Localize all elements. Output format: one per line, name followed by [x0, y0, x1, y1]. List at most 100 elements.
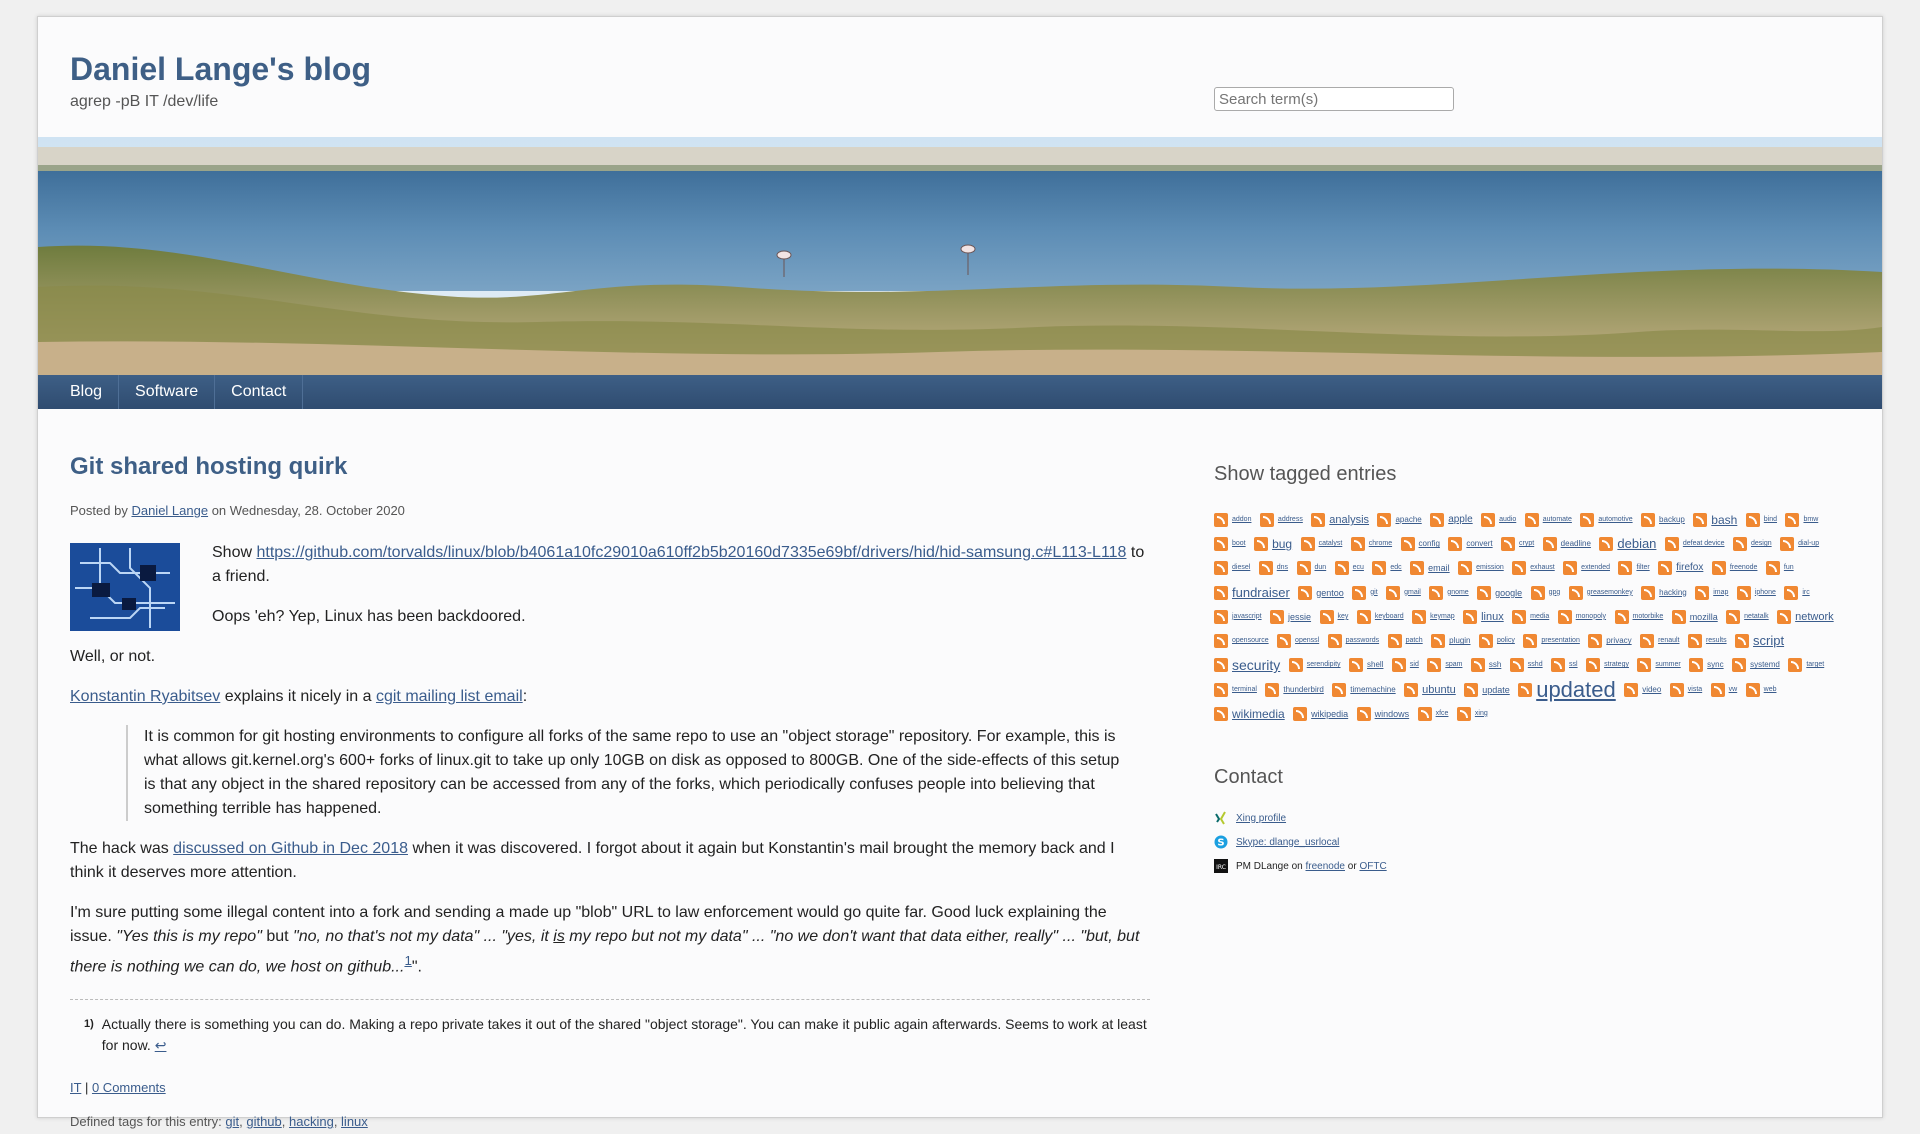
tag-link[interactable]: config [1419, 539, 1440, 548]
tag-link[interactable]: git [1370, 589, 1377, 596]
tag-link[interactable]: greasemonkey [1587, 589, 1633, 596]
tag-link[interactable]: automotive [1598, 516, 1632, 523]
rss-feed-icon[interactable] [1214, 682, 1228, 697]
rss-feed-icon[interactable] [1687, 634, 1702, 649]
entry-tag-link[interactable]: github [246, 1114, 281, 1129]
tag-link[interactable]: firefox [1676, 562, 1703, 573]
rss-feed-icon[interactable] [1334, 561, 1349, 576]
tag-link[interactable]: addon [1232, 516, 1251, 523]
rss-feed-icon[interactable] [1477, 585, 1492, 600]
tag-link[interactable]: mozilla [1690, 612, 1718, 622]
rss-feed-icon[interactable] [1387, 634, 1402, 649]
search-input[interactable] [1214, 87, 1454, 111]
rss-feed-icon[interactable] [1788, 658, 1803, 673]
tag-link[interactable]: gentoo [1316, 588, 1344, 598]
tag-link[interactable]: irc [1802, 589, 1809, 596]
category-link[interactable]: IT [70, 1080, 81, 1095]
xing-profile-link[interactable]: Xing profile [1236, 813, 1286, 824]
tag-link[interactable]: spam [1445, 661, 1462, 668]
rss-feed-icon[interactable] [1214, 537, 1228, 552]
rss-feed-icon[interactable] [1512, 561, 1527, 576]
tag-link[interactable]: sync [1707, 660, 1723, 669]
rss-feed-icon[interactable] [1356, 609, 1371, 624]
tag-link[interactable]: openssl [1295, 637, 1319, 644]
rss-feed-icon[interactable] [1214, 706, 1228, 721]
tag-link[interactable]: target [1806, 661, 1824, 668]
tag-link[interactable]: opensource [1232, 637, 1269, 644]
tag-link[interactable]: ssh [1489, 660, 1501, 669]
tag-link[interactable]: web [1764, 686, 1777, 693]
entry-tag-link[interactable]: linux [341, 1114, 368, 1129]
rss-feed-icon[interactable] [1481, 513, 1496, 527]
tag-link[interactable]: ssl [1569, 661, 1578, 668]
rss-feed-icon[interactable] [1412, 609, 1427, 624]
tag-link[interactable]: ubuntu [1422, 684, 1456, 696]
rss-feed-icon[interactable] [1319, 609, 1334, 624]
rss-feed-icon[interactable] [1599, 537, 1614, 552]
tag-link[interactable]: timemachine [1350, 685, 1395, 694]
tag-link[interactable]: bind [1764, 516, 1777, 523]
rss-feed-icon[interactable] [1470, 658, 1485, 673]
rss-feed-icon[interactable] [1456, 706, 1471, 721]
rss-feed-icon[interactable] [1288, 658, 1303, 673]
tag-link[interactable]: extended [1581, 564, 1610, 571]
nav-blog[interactable]: Blog [38, 375, 120, 409]
rss-feed-icon[interactable] [1296, 561, 1311, 576]
rss-feed-icon[interactable] [1557, 609, 1572, 624]
rss-feed-icon[interactable] [1563, 561, 1578, 576]
tag-link[interactable]: monopoly [1576, 613, 1606, 620]
rss-feed-icon[interactable] [1765, 561, 1780, 576]
rss-feed-icon[interactable] [1732, 658, 1747, 673]
tag-link[interactable]: windows [1375, 709, 1410, 719]
rss-feed-icon[interactable] [1478, 634, 1493, 649]
rss-feed-icon[interactable] [1732, 537, 1747, 552]
tag-link[interactable]: sshd [1528, 661, 1543, 668]
tag-link[interactable]: network [1795, 611, 1834, 623]
tag-link[interactable]: results [1706, 637, 1727, 644]
rss-feed-icon[interactable] [1427, 658, 1442, 673]
footnote-ref-link[interactable]: 1 [404, 953, 411, 968]
rss-feed-icon[interactable] [1298, 585, 1313, 600]
rss-feed-icon[interactable] [1693, 513, 1708, 527]
tag-link[interactable]: plugin [1449, 636, 1470, 645]
rss-feed-icon[interactable] [1501, 537, 1516, 552]
tag-link[interactable]: hacking [1659, 588, 1687, 597]
rss-feed-icon[interactable] [1327, 634, 1342, 649]
tag-link[interactable]: systemd [1750, 660, 1780, 669]
rss-feed-icon[interactable] [1431, 634, 1446, 649]
konstantin-link[interactable]: Konstantin Ryabitsev [70, 688, 220, 705]
tag-link[interactable]: gmail [1404, 589, 1421, 596]
rss-feed-icon[interactable] [1214, 513, 1228, 527]
tag-link[interactable]: script [1753, 633, 1784, 648]
tag-link[interactable]: thunderbird [1283, 685, 1323, 694]
rss-feed-icon[interactable] [1429, 585, 1444, 600]
tag-link[interactable]: audio [1499, 516, 1516, 523]
tag-link[interactable]: strategy [1604, 661, 1629, 668]
entry-tag-link[interactable]: hacking [289, 1114, 334, 1129]
tag-link[interactable]: dial-up [1798, 540, 1819, 547]
rss-feed-icon[interactable] [1332, 682, 1347, 697]
tag-link[interactable]: crypt [1519, 540, 1534, 547]
tag-link[interactable]: keyboard [1375, 613, 1404, 620]
github-discussion-link[interactable]: discussed on Github in Dec 2018 [173, 840, 408, 857]
tag-link[interactable]: bash [1711, 513, 1737, 527]
rss-feed-icon[interactable] [1386, 585, 1401, 600]
rss-feed-icon[interactable] [1735, 634, 1750, 649]
tag-link[interactable]: serendipity [1307, 661, 1341, 668]
rss-feed-icon[interactable] [1745, 682, 1760, 697]
tag-link[interactable]: updated [1536, 677, 1616, 702]
tag-link[interactable]: chrome [1369, 540, 1392, 547]
tag-link[interactable]: debian [1617, 536, 1656, 551]
tag-link[interactable]: passwords [1346, 637, 1379, 644]
rss-feed-icon[interactable] [1352, 585, 1367, 600]
tag-link[interactable]: freenode [1730, 564, 1758, 571]
tag-link[interactable]: linux [1481, 611, 1504, 623]
tag-link[interactable]: motorbike [1633, 613, 1664, 620]
rss-feed-icon[interactable] [1270, 609, 1285, 624]
rss-feed-icon[interactable] [1736, 585, 1751, 600]
rss-feed-icon[interactable] [1785, 513, 1800, 527]
rss-feed-icon[interactable] [1400, 537, 1415, 552]
rss-feed-icon[interactable] [1448, 537, 1463, 552]
tag-link[interactable]: presentation [1541, 637, 1580, 644]
tag-link[interactable]: boot [1232, 540, 1246, 547]
